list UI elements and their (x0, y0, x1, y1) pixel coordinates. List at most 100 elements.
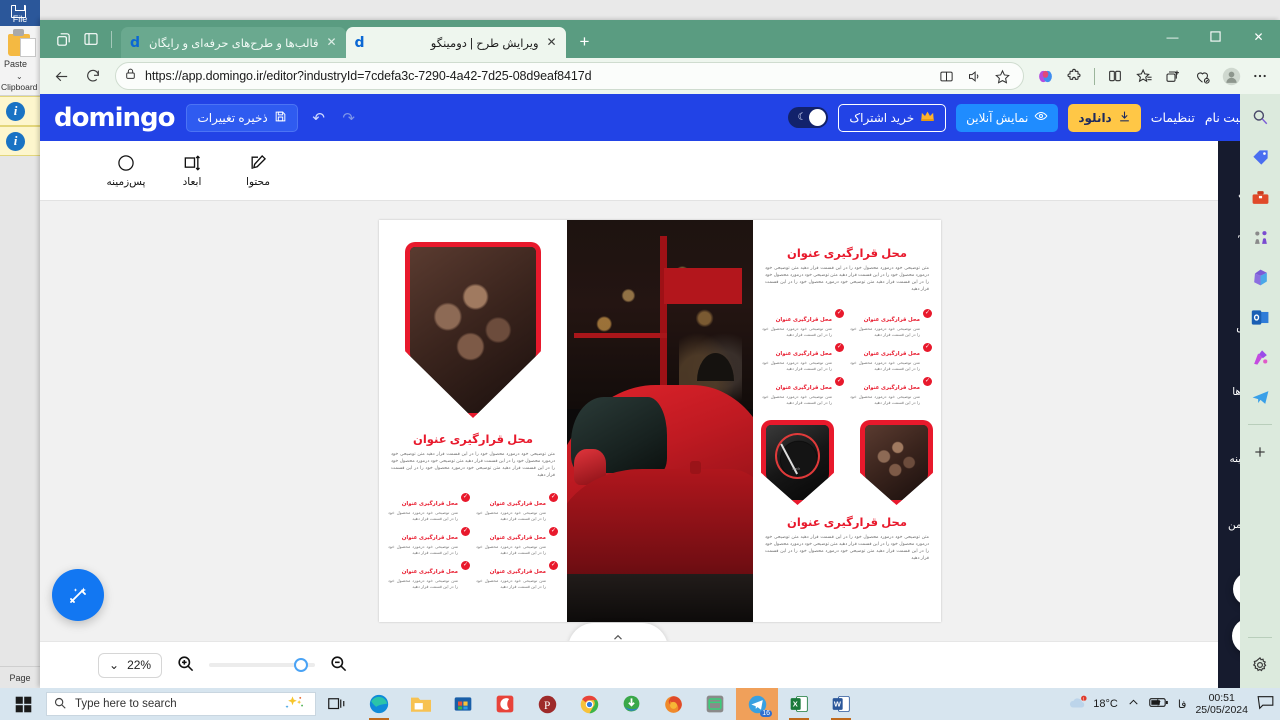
section-paragraph[interactable]: متن توضیحی خود درمورد محصول خود را در ای… (753, 533, 941, 561)
shield-image-speedometer[interactable]: km/h (761, 420, 834, 505)
zoom-level-select[interactable]: ⌄ 22% (98, 652, 163, 678)
battery-icon[interactable] (1149, 696, 1169, 712)
undo-icon[interactable]: ↶ (310, 109, 328, 127)
collections-icon[interactable] (1159, 62, 1187, 90)
zoom-slider-handle[interactable] (294, 658, 309, 672)
bullet-item[interactable]: ✓ محل قرارگیری عنوان متن توضیحی خود درمورد… (762, 308, 844, 338)
taskbar-app-file-explorer[interactable] (400, 688, 442, 720)
bullet-item[interactable]: ✓ محل قرارگیری عنوان متن توضیحی خود درمورد… (850, 376, 932, 406)
save-changes-button[interactable]: ذخیره تغییرات (186, 103, 298, 132)
taskbar-app-microsoft-store[interactable] (442, 688, 484, 720)
add-favorite-icon[interactable] (989, 63, 1015, 89)
design-column-left[interactable]: محل قرارگیری عنوان متن توضیحی خود درمورد… (379, 220, 567, 622)
download-button[interactable]: دانلود (1068, 103, 1141, 132)
online-preview-button[interactable]: نمایش آنلاین (956, 103, 1059, 132)
back-icon[interactable] (46, 62, 76, 90)
address-bar[interactable]: https://app.domingo.ir/editor?industryId… (115, 62, 1024, 90)
minimize-button[interactable]: — (1151, 20, 1194, 53)
browser-essentials-icon[interactable] (1188, 62, 1216, 90)
extensions-icon[interactable] (1060, 62, 1088, 90)
design-column-right[interactable]: محل قرارگیری عنوان متن توضیحی خود درمورد… (753, 220, 941, 622)
profile-avatar[interactable] (1217, 62, 1245, 90)
bullet-item[interactable]: ✓ محل قرارگیری عنوان متن توضیحی خود درمورد… (850, 342, 932, 372)
section-paragraph[interactable]: متن توضیحی خود درمورد محصول خود را در ای… (753, 264, 941, 292)
tab-actions-icon[interactable] (50, 26, 76, 52)
more-options-icon[interactable] (1246, 62, 1274, 90)
games-icon[interactable] (1247, 224, 1273, 250)
taskbar-app-notes-app[interactable] (694, 688, 736, 720)
close-button[interactable]: ✕ (1237, 20, 1280, 53)
zoom-out-icon[interactable] (329, 654, 348, 677)
bullet-item[interactable]: ✓ محل قرارگیری عنوان متن توضیحی خود درمورد… (388, 492, 470, 522)
search-icon[interactable] (1247, 104, 1273, 130)
taskbar-app-microsoft-word[interactable]: W (820, 688, 862, 720)
read-aloud-icon[interactable] (961, 63, 987, 89)
start-button[interactable] (0, 696, 46, 713)
tools-toolbox-icon[interactable] (1247, 184, 1273, 210)
section-paragraph[interactable]: متن توضیحی خود درمورد محصول خود را در ای… (379, 450, 567, 478)
tool-background[interactable]: پس‌زمینه (102, 153, 150, 188)
close-icon[interactable]: ✕ (545, 35, 559, 50)
domingo-logo[interactable]: domingo (54, 103, 175, 133)
buy-subscription-button[interactable]: خرید اشتراک (838, 103, 947, 132)
close-icon[interactable]: ✕ (325, 35, 339, 50)
canvas-area[interactable]: محل قرارگیری عنوان متن توضیحی خود درمورد… (40, 201, 1280, 653)
vertical-tabs-icon[interactable] (78, 26, 104, 52)
task-view-button[interactable] (316, 688, 358, 720)
section-heading[interactable]: محل قرارگیری عنوان (379, 432, 567, 446)
taskbar-app-potplayer[interactable]: P (526, 688, 568, 720)
word-paste-label[interactable]: Paste (4, 59, 27, 69)
keyboard-language-indicator[interactable]: فا (1178, 698, 1187, 711)
zoom-in-icon[interactable] (176, 654, 195, 677)
shopping-tag-icon[interactable] (1247, 144, 1273, 170)
bullet-item[interactable]: ✓ محل قرارگیری عنوان متن توضیحی خود درمورد… (762, 376, 844, 406)
shield-image-hero[interactable] (405, 242, 541, 418)
weather-widget[interactable]: 1 18°C (1068, 695, 1118, 713)
bullet-item[interactable]: ✓ محل قرارگیری عنوان متن توضیحی خود درمورد… (476, 526, 558, 556)
section-heading[interactable]: محل قرارگیری عنوان (753, 515, 941, 529)
copilot-sparkle-icon[interactable] (283, 695, 309, 714)
maximize-button[interactable] (1194, 20, 1237, 53)
tool-dimensions[interactable]: ابعاد (168, 153, 216, 188)
taskbar-app-camtasia[interactable] (484, 688, 526, 720)
outlook-icon[interactable] (1247, 304, 1273, 330)
copilot-icon[interactable] (1031, 62, 1059, 90)
zoom-slider[interactable] (209, 658, 316, 672)
taskbar-app-internet-download-manager[interactable] (610, 688, 652, 720)
show-hidden-icons-chevron[interactable] (1127, 696, 1140, 712)
bullet-item[interactable]: ✓ محل قرارگیری عنوان متن توضیحی خود درمورد… (476, 560, 558, 590)
notification-center-icon[interactable] (1257, 695, 1274, 713)
clock-widget[interactable]: 00:51 25/05/2024 (1195, 692, 1248, 716)
magic-wand-button[interactable] (52, 569, 104, 621)
red-sports-car-photo[interactable] (567, 220, 753, 622)
bullet-item[interactable]: ✓ محل قرارگیری عنوان متن توضیحی خود درمورد… (762, 342, 844, 372)
split-screen-icon[interactable] (933, 63, 959, 89)
sidebar-settings-gear-icon[interactable] (1247, 652, 1273, 678)
taskbar-app-mozilla-firefox[interactable] (652, 688, 694, 720)
new-tab-button[interactable]: + (572, 29, 598, 55)
telegram-icon[interactable] (1247, 384, 1273, 410)
split-window-icon[interactable] (1101, 62, 1129, 90)
tab-0[interactable]: ✕ قالب‌ها و طرح‌های حرفه‌ای و رایگان d (121, 27, 346, 58)
dark-mode-toggle[interactable]: ☾ (788, 107, 829, 128)
add-sidebar-app-icon[interactable] (1247, 439, 1273, 465)
bullet-item[interactable]: ✓ محل قرارگیری عنوان متن توضیحی خود درمورد… (476, 492, 558, 522)
taskbar-search-box[interactable]: Type here to search (46, 692, 316, 716)
word-file-tab[interactable]: File (0, 0, 40, 26)
bullet-item[interactable]: ✓ محل قرارگیری عنوان متن توضیحی خود درمورد… (388, 560, 470, 590)
refresh-icon[interactable] (78, 62, 108, 90)
redo-icon[interactable]: ↷ (340, 109, 358, 127)
design-column-middle[interactable] (567, 220, 753, 622)
taskbar-app-microsoft-excel[interactable]: X (778, 688, 820, 720)
taskbar-app-google-chrome[interactable] (568, 688, 610, 720)
shield-image-engine[interactable] (860, 420, 933, 505)
section-heading[interactable]: محل قرارگیری عنوان (753, 246, 941, 260)
designer-icon[interactable] (1247, 344, 1273, 370)
design-page[interactable]: محل قرارگیری عنوان متن توضیحی خود درمورد… (379, 220, 941, 622)
tab-1[interactable]: ✕ ویرایش طرح | دومینگو d (345, 27, 566, 58)
taskbar-app-microsoft-edge[interactable] (358, 688, 400, 720)
settings-link[interactable]: تنظیمات (1151, 110, 1195, 125)
tool-content[interactable]: محتوا (234, 153, 282, 188)
bullet-item[interactable]: ✓ محل قرارگیری عنوان متن توضیحی خود درمورد… (388, 526, 470, 556)
favorites-icon[interactable] (1130, 62, 1158, 90)
